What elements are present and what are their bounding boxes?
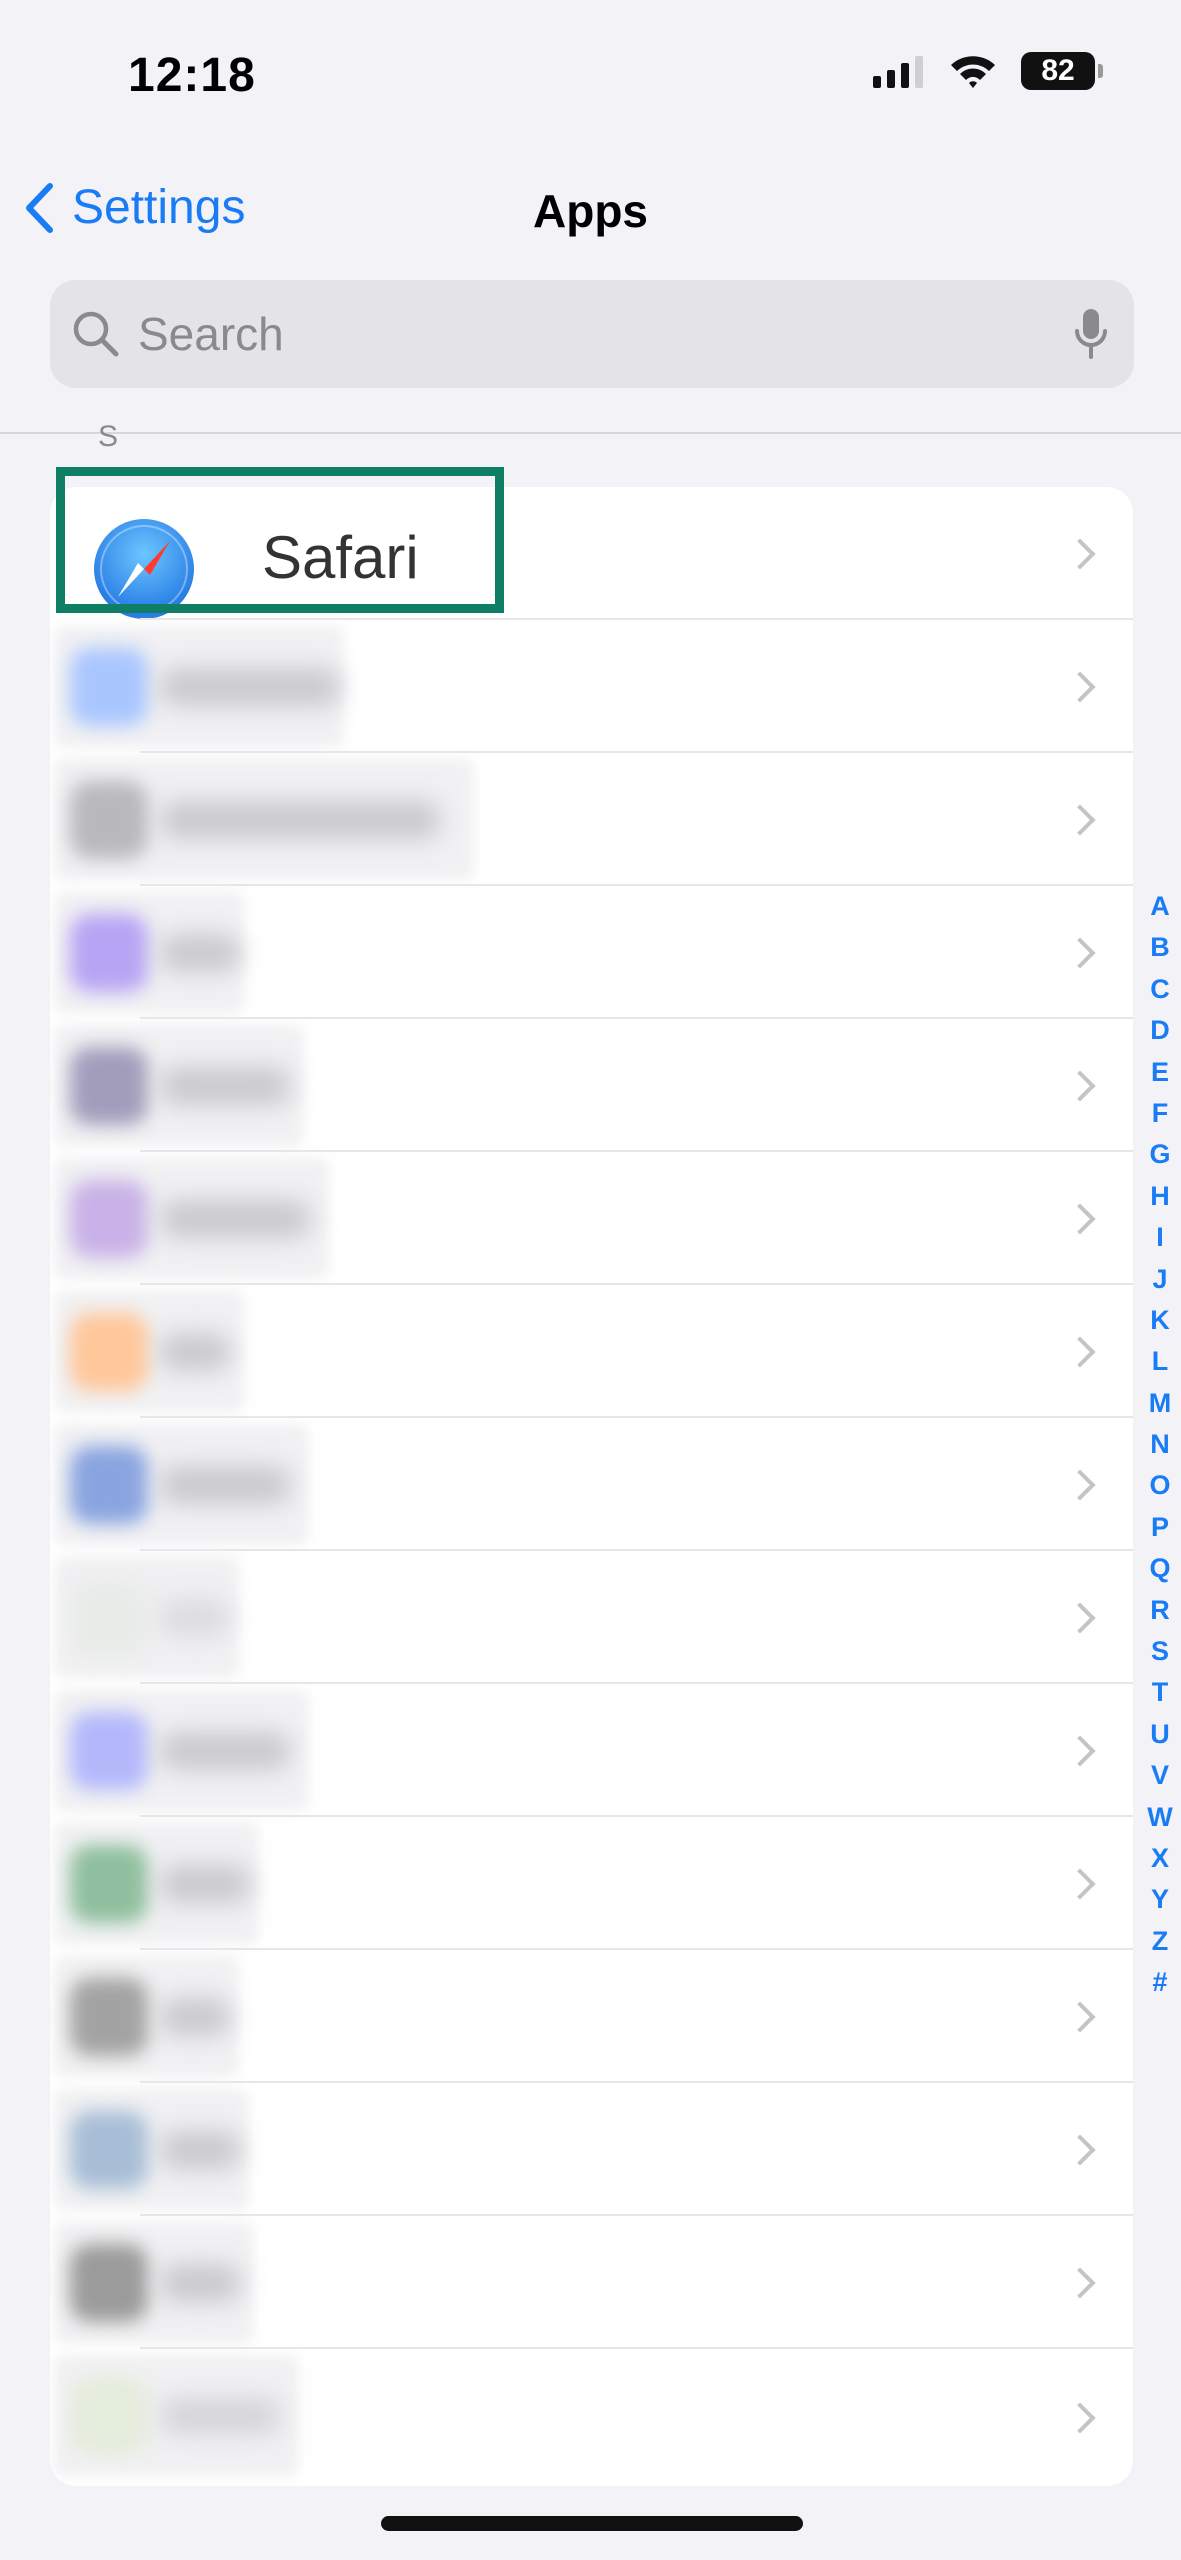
index-letter[interactable]: W — [1147, 1797, 1172, 1838]
blurred-app-icon — [70, 1845, 148, 1923]
blurred-app-icon — [70, 1579, 148, 1657]
microphone-icon[interactable] — [1074, 307, 1108, 361]
wifi-icon — [949, 53, 997, 89]
index-letter[interactable]: I — [1156, 1217, 1164, 1258]
blurred-app-icon — [70, 914, 148, 992]
index-letter[interactable]: D — [1150, 1010, 1170, 1051]
cellular-signal-icon — [873, 54, 925, 88]
battery-icon: 82 — [1021, 52, 1103, 90]
list-item[interactable] — [50, 2216, 1133, 2349]
chevron-right-icon — [1064, 2266, 1096, 2299]
list-item[interactable] — [50, 1684, 1133, 1817]
blurred-app-icon — [70, 2111, 148, 2189]
index-letter[interactable]: T — [1152, 1672, 1169, 1713]
blurred-app-icon — [70, 1047, 148, 1125]
index-letter[interactable]: V — [1151, 1755, 1169, 1796]
index-letter[interactable]: L — [1152, 1341, 1169, 1382]
chevron-right-icon — [1064, 936, 1096, 969]
list-item[interactable] — [50, 1817, 1133, 1950]
page-title: Apps — [533, 185, 648, 237]
blurred-app-icon — [70, 2244, 148, 2322]
index-letter[interactable]: P — [1151, 1507, 1169, 1548]
app-list: Safari — [50, 487, 1133, 2486]
list-item[interactable] — [50, 620, 1133, 753]
blurred-app-icon — [70, 1180, 148, 1258]
index-letter[interactable]: M — [1149, 1383, 1172, 1424]
blurred-app-icon — [70, 1712, 148, 1790]
list-item[interactable] — [50, 2083, 1133, 2216]
index-letter[interactable]: N — [1150, 1424, 1170, 1465]
index-letter[interactable]: U — [1150, 1714, 1170, 1755]
chevron-right-icon — [1064, 1335, 1096, 1368]
chevron-right-icon — [1064, 670, 1096, 703]
list-item[interactable] — [50, 1285, 1133, 1418]
index-letter[interactable]: O — [1149, 1465, 1170, 1506]
chevron-right-icon — [1064, 1069, 1096, 1102]
index-letter[interactable]: G — [1149, 1134, 1170, 1175]
header-divider — [0, 432, 1181, 434]
chevron-right-icon — [1064, 1867, 1096, 1900]
list-item[interactable] — [50, 1152, 1133, 1285]
index-letter[interactable]: E — [1151, 1052, 1169, 1093]
list-item[interactable] — [50, 2349, 1133, 2486]
home-indicator[interactable] — [381, 2516, 803, 2531]
index-letter[interactable]: Y — [1151, 1879, 1169, 1920]
status-icons: 82 — [873, 52, 1103, 90]
blurred-app-icon — [70, 1313, 148, 1391]
blurred-app-icon — [70, 1978, 148, 2056]
index-letter[interactable]: Z — [1152, 1921, 1169, 1962]
index-letter[interactable]: H — [1150, 1176, 1170, 1217]
search-input[interactable] — [136, 306, 1074, 362]
chevron-right-icon — [1064, 803, 1096, 836]
alphabet-index[interactable]: A B C D E F G H I J K L M N O P Q R S T U V W X Y Z # — [1142, 886, 1178, 2004]
list-item[interactable] — [50, 1019, 1133, 1152]
chevron-right-icon — [1064, 1468, 1096, 1501]
index-letter[interactable]: S — [1151, 1631, 1169, 1672]
battery-level: 82 — [1021, 52, 1095, 90]
index-letter[interactable]: B — [1150, 927, 1170, 968]
chevron-right-icon — [1064, 2401, 1096, 2434]
chevron-right-icon — [1064, 2000, 1096, 2033]
index-letter[interactable]: F — [1152, 1093, 1169, 1134]
search-bar[interactable] — [50, 280, 1134, 388]
magnifying-glass-icon — [70, 308, 122, 360]
status-time: 12:18 — [128, 49, 256, 102]
index-letter[interactable]: J — [1152, 1259, 1167, 1300]
index-letter[interactable]: K — [1150, 1300, 1170, 1341]
list-item[interactable] — [50, 886, 1133, 1019]
chevron-right-icon — [1064, 1734, 1096, 1767]
status-bar: 12:18 82 — [0, 0, 1181, 150]
blurred-app-icon — [70, 1446, 148, 1524]
blurred-app-icon — [70, 2377, 148, 2455]
list-item[interactable] — [50, 753, 1133, 886]
section-header: S — [98, 420, 119, 453]
list-item[interactable] — [50, 1418, 1133, 1551]
chevron-right-icon — [1064, 537, 1096, 570]
index-letter[interactable]: R — [1150, 1590, 1170, 1631]
index-letter[interactable]: # — [1152, 1962, 1167, 2003]
chevron-right-icon — [1064, 2133, 1096, 2166]
index-letter[interactable]: A — [1150, 886, 1170, 927]
list-item[interactable] — [50, 1551, 1133, 1684]
chevron-right-icon — [1064, 1601, 1096, 1634]
index-letter[interactable]: Q — [1149, 1548, 1170, 1589]
index-letter[interactable]: C — [1150, 969, 1170, 1010]
blurred-app-icon — [70, 648, 148, 726]
highlight-box-safari — [56, 467, 504, 613]
list-item[interactable] — [50, 1950, 1133, 2083]
chevron-right-icon — [1064, 1202, 1096, 1235]
blurred-app-icon — [70, 781, 148, 859]
index-letter[interactable]: X — [1151, 1838, 1169, 1879]
